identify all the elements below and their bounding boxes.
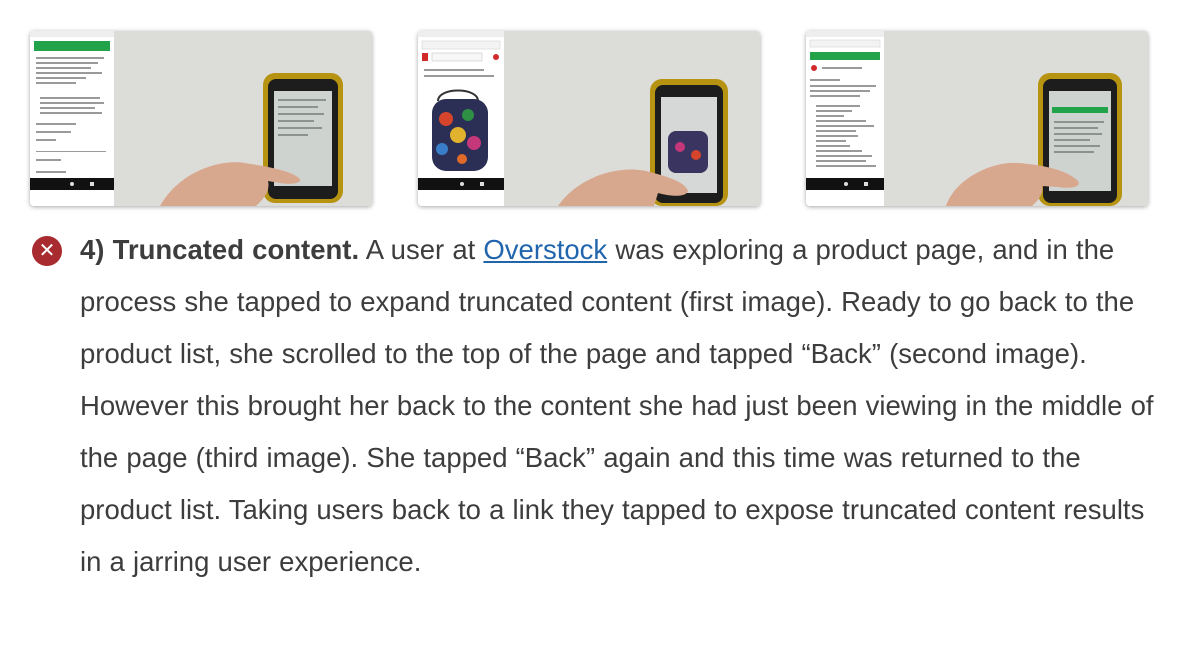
screenshot-strip xyxy=(0,0,1180,215)
thumbnail-third-image xyxy=(806,31,1148,206)
close-circle-icon: ✕ xyxy=(32,236,62,266)
note-text-a: A user at xyxy=(359,234,484,265)
note-paragraph: 4) Truncated content. A user at Overstoc… xyxy=(80,224,1165,588)
thumbnail-first-image xyxy=(30,31,372,206)
note-text-b: was exploring a product page, and in the… xyxy=(80,234,1154,577)
note-title: 4) Truncated content. xyxy=(80,234,360,265)
overstock-link[interactable]: Overstock xyxy=(483,234,607,265)
thumbnail-second-image xyxy=(418,31,760,206)
